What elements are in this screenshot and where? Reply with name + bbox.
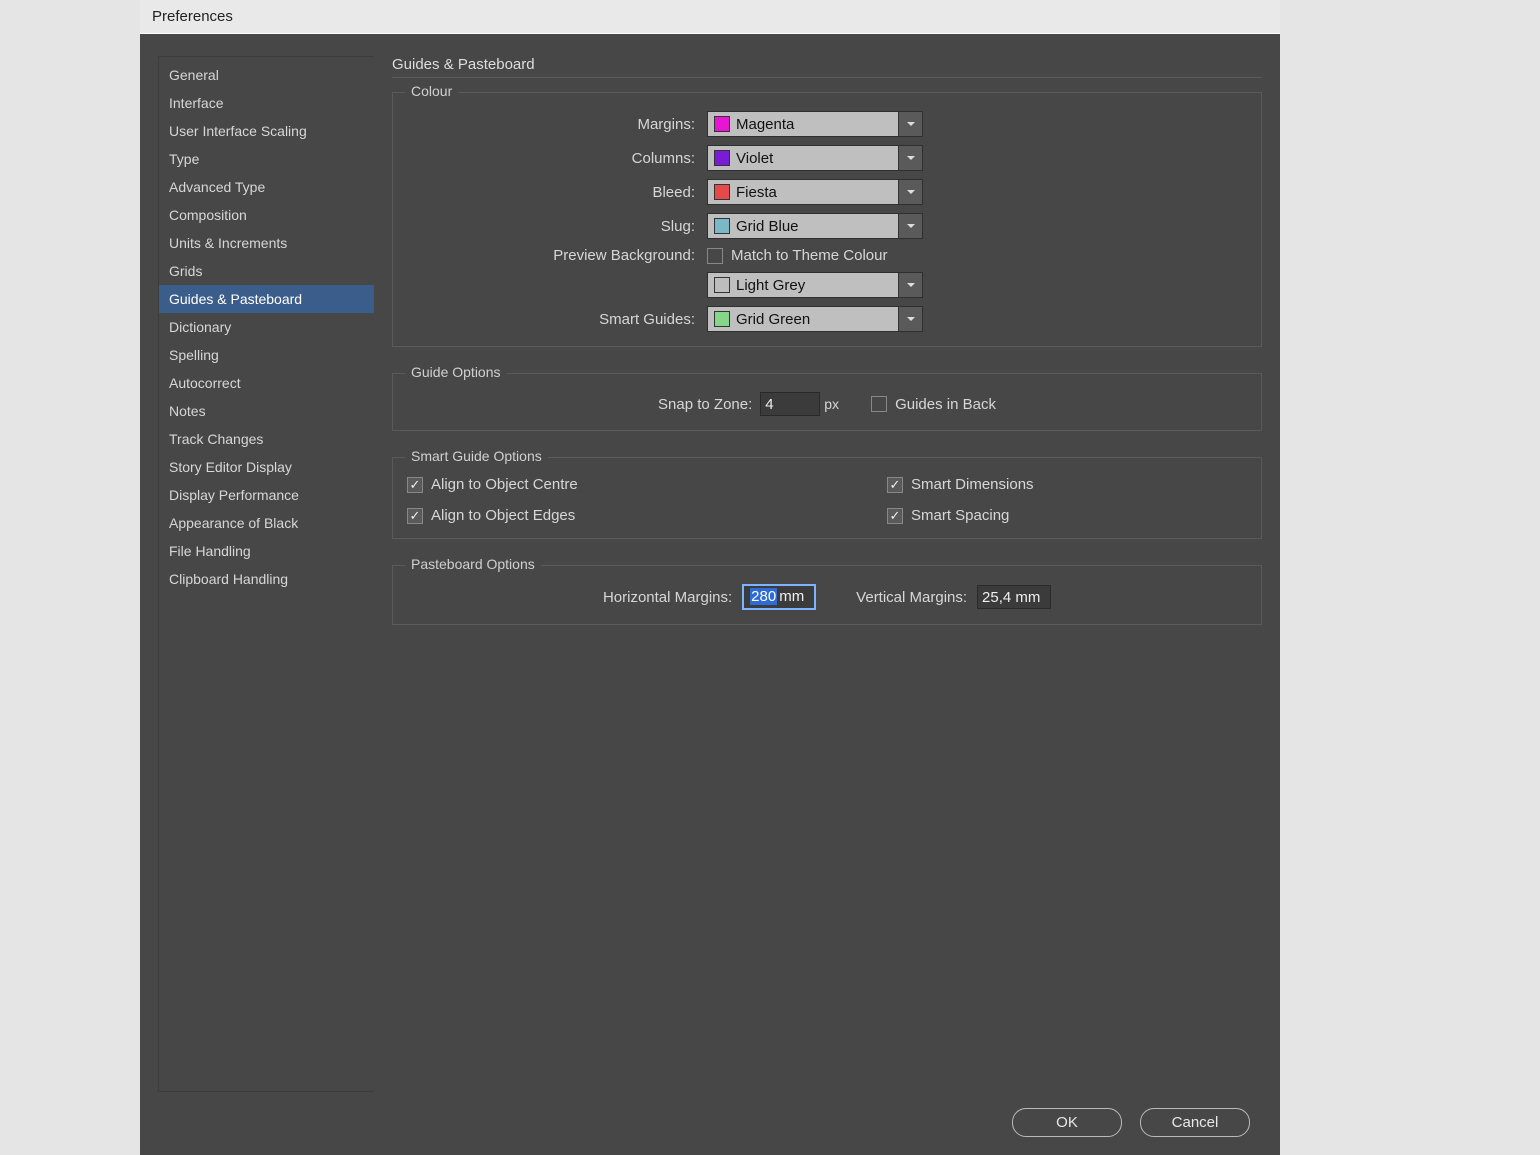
sidebar-item-units-increments[interactable]: Units & Increments — [159, 229, 374, 257]
label-preview-bg: Preview Background: — [407, 247, 707, 264]
dialog-footer: OK Cancel — [158, 1092, 1262, 1137]
label-snap-to-zone: Snap to Zone: — [658, 396, 752, 413]
preferences-dialog: Preferences GeneralInterfaceUser Interfa… — [140, 0, 1280, 1155]
dialog-body: GeneralInterfaceUser Interface ScalingTy… — [140, 34, 1280, 1155]
input-snap-to-zone[interactable] — [760, 392, 820, 416]
checkbox-label: Smart Dimensions — [911, 476, 1034, 493]
sidebar-item-display-performance[interactable]: Display Performance — [159, 481, 374, 509]
titlebar: Preferences — [140, 0, 1280, 34]
swatch-icon — [714, 116, 730, 132]
input-vertical-margins[interactable] — [977, 585, 1051, 609]
sidebar-item-autocorrect[interactable]: Autocorrect — [159, 369, 374, 397]
sidebar-item-user-interface-scaling[interactable]: User Interface Scaling — [159, 117, 374, 145]
sidebar-item-type[interactable]: Type — [159, 145, 374, 173]
group-pasteboard-options: Pasteboard Options Horizontal Margins: 2… — [392, 565, 1262, 625]
select-columns-colour[interactable]: Violet — [707, 145, 923, 171]
chevron-down-icon — [898, 146, 922, 170]
sidebar-item-appearance-of-black[interactable]: Appearance of Black — [159, 509, 374, 537]
sidebar-item-advanced-type[interactable]: Advanced Type — [159, 173, 374, 201]
main-panel: Guides & Pasteboard Colour Margins: Mage… — [374, 56, 1262, 1092]
sidebar-item-notes[interactable]: Notes — [159, 397, 374, 425]
checkbox-align-object-edges[interactable]: Align to Object Edges — [407, 507, 767, 524]
swatch-icon — [714, 311, 730, 327]
select-margins-colour[interactable]: Magenta — [707, 111, 923, 137]
sidebar-item-dictionary[interactable]: Dictionary — [159, 313, 374, 341]
swatch-icon — [714, 184, 730, 200]
select-value: Violet — [736, 150, 898, 167]
sidebar-item-spelling[interactable]: Spelling — [159, 341, 374, 369]
page-title: Guides & Pasteboard — [392, 56, 1262, 78]
checkbox-box-icon — [407, 508, 423, 524]
sidebar-item-clipboard-handling[interactable]: Clipboard Handling — [159, 565, 374, 593]
sidebar-item-grids[interactable]: Grids — [159, 257, 374, 285]
swatch-icon — [714, 150, 730, 166]
chevron-down-icon — [898, 307, 922, 331]
select-value: Magenta — [736, 116, 898, 133]
checkbox-box-icon — [407, 477, 423, 493]
label-bleed: Bleed: — [407, 184, 707, 201]
checkbox-label: Align to Object Edges — [431, 507, 575, 524]
unit-mm: mm — [779, 588, 804, 605]
checkbox-smart-dimensions[interactable]: Smart Dimensions — [887, 476, 1247, 493]
input-value: 280 — [750, 588, 777, 605]
checkbox-align-object-centre[interactable]: Align to Object Centre — [407, 476, 767, 493]
chevron-down-icon — [898, 214, 922, 238]
group-guide-options: Guide Options Snap to Zone: px Guides in… — [392, 373, 1262, 431]
window-title: Preferences — [152, 8, 233, 25]
label-columns: Columns: — [407, 150, 707, 167]
group-smart-guide-options: Smart Guide Options Align to Object Cent… — [392, 457, 1262, 539]
sidebar-item-guides-pasteboard[interactable]: Guides & Pasteboard — [159, 285, 374, 313]
checkbox-label: Guides in Back — [895, 396, 996, 413]
label-slug: Slug: — [407, 218, 707, 235]
checkbox-match-theme-colour[interactable]: Match to Theme Colour — [707, 247, 887, 264]
swatch-icon — [714, 218, 730, 234]
sidebar-item-general[interactable]: General — [159, 61, 374, 89]
checkbox-label: Smart Spacing — [911, 507, 1009, 524]
select-smart-guides-colour[interactable]: Grid Green — [707, 306, 923, 332]
checkbox-box-icon — [887, 477, 903, 493]
checkbox-box-icon — [707, 248, 723, 264]
sidebar-item-file-handling[interactable]: File Handling — [159, 537, 374, 565]
ok-button[interactable]: OK — [1012, 1108, 1122, 1137]
input-horizontal-margins[interactable]: 280mm — [742, 584, 816, 610]
cancel-button[interactable]: Cancel — [1140, 1108, 1250, 1137]
group-pasteboard-options-legend: Pasteboard Options — [405, 556, 541, 572]
swatch-icon — [714, 277, 730, 293]
sidebar-item-composition[interactable]: Composition — [159, 201, 374, 229]
group-guide-options-legend: Guide Options — [405, 364, 507, 380]
chevron-down-icon — [898, 112, 922, 136]
chevron-down-icon — [898, 180, 922, 204]
group-colour-legend: Colour — [405, 83, 458, 99]
unit-px: px — [824, 396, 839, 412]
select-bleed-colour[interactable]: Fiesta — [707, 179, 923, 205]
chevron-down-icon — [898, 273, 922, 297]
label-horizontal-margins: Horizontal Margins: — [603, 589, 732, 606]
checkbox-smart-spacing[interactable]: Smart Spacing — [887, 507, 1247, 524]
group-colour: Colour Margins: Magenta Columns: — [392, 92, 1262, 347]
checkbox-box-icon — [887, 508, 903, 524]
sidebar: GeneralInterfaceUser Interface ScalingTy… — [158, 56, 374, 1092]
upper-region: GeneralInterfaceUser Interface ScalingTy… — [158, 56, 1262, 1092]
checkbox-box-icon — [871, 396, 887, 412]
label-margins: Margins: — [407, 116, 707, 133]
select-slug-colour[interactable]: Grid Blue — [707, 213, 923, 239]
label-vertical-margins: Vertical Margins: — [856, 589, 967, 606]
group-smart-guide-options-legend: Smart Guide Options — [405, 448, 548, 464]
select-value: Fiesta — [736, 184, 898, 201]
label-smart-guides: Smart Guides: — [407, 311, 707, 328]
select-value: Grid Blue — [736, 218, 898, 235]
sidebar-item-track-changes[interactable]: Track Changes — [159, 425, 374, 453]
sidebar-item-interface[interactable]: Interface — [159, 89, 374, 117]
checkbox-guides-in-back[interactable]: Guides in Back — [871, 396, 996, 413]
select-preview-bg-colour[interactable]: Light Grey — [707, 272, 923, 298]
select-value: Light Grey — [736, 277, 898, 294]
select-value: Grid Green — [736, 311, 898, 328]
checkbox-label: Match to Theme Colour — [731, 247, 887, 264]
checkbox-label: Align to Object Centre — [431, 476, 578, 493]
sidebar-item-story-editor-display[interactable]: Story Editor Display — [159, 453, 374, 481]
